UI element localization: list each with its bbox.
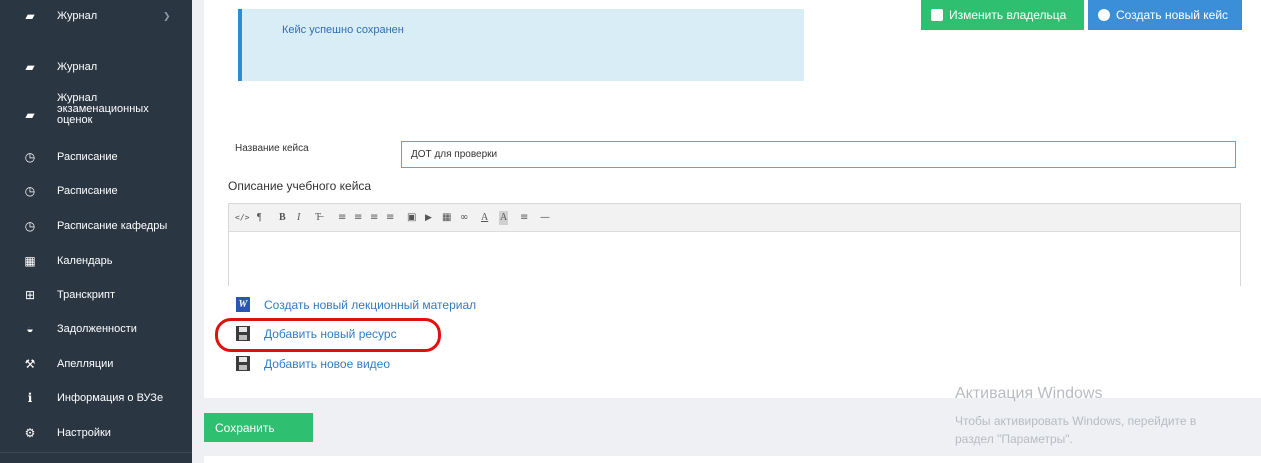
horizontal-rule-button[interactable]: — [540, 211, 550, 225]
bold-button[interactable]: B [279, 211, 286, 225]
highlight-color-button[interactable]: A [499, 211, 509, 225]
sidebar-item-appeals[interactable]: ⚒ Апелляции [0, 357, 192, 371]
create-case-button[interactable]: Создать новый кейс [1088, 0, 1242, 30]
book-icon: ▰ [25, 9, 35, 23]
clock-icon: ◷ [24, 150, 36, 164]
sidebar-item-university-info[interactable]: i Информация о ВУЗе [0, 391, 192, 405]
case-name-input[interactable] [401, 141, 1236, 168]
sidebar-item-label: Журнал [57, 9, 98, 22]
bottom-panel-edge [204, 456, 1261, 463]
sidebar-item-label: Информация о ВУЗе [57, 391, 164, 404]
table-button[interactable]: ▦ [442, 211, 451, 225]
strikethrough-button[interactable]: T̶ [315, 211, 321, 225]
floppy-disk-icon [236, 356, 250, 371]
sidebar-item-label: Журнал экзаменационных оценок [57, 92, 149, 126]
change-owner-label: Изменить владельца [949, 8, 1067, 22]
sidebar-item-schedule-2[interactable]: ◷ Расписание [0, 184, 192, 198]
case-description-label: Описание учебного кейса [228, 179, 372, 193]
image-button[interactable]: ▣ [407, 211, 416, 225]
success-alert: Кейс успешно сохранен [238, 9, 804, 81]
outdent-button[interactable]: ≡ [370, 211, 378, 225]
alert-message: Кейс успешно сохранен [282, 24, 404, 36]
plus-circle-icon [1098, 9, 1110, 21]
gavel-icon: ⚒ [24, 357, 36, 371]
italic-button[interactable]: I [297, 211, 300, 225]
sidebar-item-calendar[interactable]: ▦ Календарь [0, 254, 192, 268]
chevron-right-icon: ❯ [163, 10, 171, 21]
sidebar-item-label: Расписание [57, 184, 118, 197]
windows-activation-title: Активация Windows [955, 385, 1103, 402]
sidebar-item-schedule[interactable]: ◷ Расписание [0, 150, 192, 164]
sidebar-item-transcript[interactable]: ⊞ Транскрипт [0, 288, 192, 302]
book-icon: ▰ [25, 60, 35, 74]
sidebar-item-label: Задолженности [57, 322, 137, 335]
link-button[interactable]: ∞ [460, 211, 468, 225]
clock-icon: ◷ [24, 184, 36, 198]
add-video-text: Добавить новое видео [264, 356, 391, 371]
sidebar-item-label: Транскрипт [57, 288, 115, 301]
gears-icon: ⚙ [24, 426, 36, 440]
video-button[interactable]: ▶ [425, 211, 432, 225]
align-button[interactable]: ≡ [520, 211, 528, 225]
add-video-link[interactable]: Добавить новое видео [236, 356, 390, 371]
html-code-button[interactable]: </> [235, 211, 249, 225]
sidebar-item-label: Настройки [57, 426, 111, 439]
create-lecture-text: Создать новый лекционный материал [264, 297, 477, 312]
table-icon: ⊞ [24, 288, 36, 302]
numbered-list-button[interactable]: ≡ [354, 211, 362, 225]
windows-activation-line2: раздел "Параметры". [955, 432, 1073, 446]
editor-toolbar: </> ¶ B I T̶ ≡ ≡ ≡ ≡ ▣ ▶ ▦ ∞ A A ≡ — [229, 204, 1240, 232]
indent-button[interactable]: ≡ [386, 211, 394, 225]
sidebar-item-partial[interactable] [0, 452, 192, 463]
tray-icon: ◒ [26, 322, 34, 336]
create-case-label: Создать новый кейс [1116, 8, 1229, 22]
calendar-icon: ▦ [24, 254, 36, 268]
info-icon: i [27, 391, 33, 405]
sidebar-item-exam-journal[interactable]: ▰ Журнал экзаменационных оценок [0, 93, 192, 129]
editor-content[interactable] [229, 232, 1240, 286]
user-icon [931, 9, 943, 21]
highlight-annotation [215, 318, 441, 352]
rich-text-editor: </> ¶ B I T̶ ≡ ≡ ≡ ≡ ▣ ▶ ▦ ∞ A A ≡ — [228, 203, 1241, 286]
word-document-icon: W [236, 297, 250, 312]
sidebar-item-label: Апелляции [57, 357, 114, 370]
sidebar-item-label: Расписание кафедры [57, 219, 168, 232]
save-button[interactable]: Сохранить [204, 413, 313, 442]
case-name-label: Название кейса [235, 143, 309, 154]
font-color-button[interactable]: A [481, 211, 488, 225]
sidebar-item-settings[interactable]: ⚙ Настройки [0, 426, 192, 440]
sidebar-item-label: Журнал [57, 60, 98, 73]
bullet-list-button[interactable]: ≡ [338, 211, 346, 225]
change-owner-button[interactable]: Изменить владельца [921, 0, 1084, 30]
sidebar-item-journal-2[interactable]: ▰ Журнал [0, 60, 192, 74]
sidebar-item-department-schedule[interactable]: ◷ Расписание кафедры [0, 219, 192, 233]
sidebar-item-debts[interactable]: ◒ Задолженности [0, 322, 192, 336]
create-lecture-link[interactable]: W Создать новый лекционный материал [236, 297, 476, 312]
paragraph-button[interactable]: ¶ [257, 211, 262, 225]
sidebar-item-journal[interactable]: ▰ Журнал ❯ [0, 9, 192, 23]
sidebar-item-label: Расписание [57, 150, 118, 163]
sidebar-item-label: Календарь [57, 254, 113, 267]
windows-activation-line1: Чтобы активировать Windows, перейдите в [955, 414, 1197, 428]
sidebar: ▰ Журнал ❯ ▰ Журнал ▰ Журнал экзаменацио… [0, 0, 192, 463]
clock-icon: ◷ [24, 219, 36, 233]
book-icon: ▰ [25, 108, 35, 122]
